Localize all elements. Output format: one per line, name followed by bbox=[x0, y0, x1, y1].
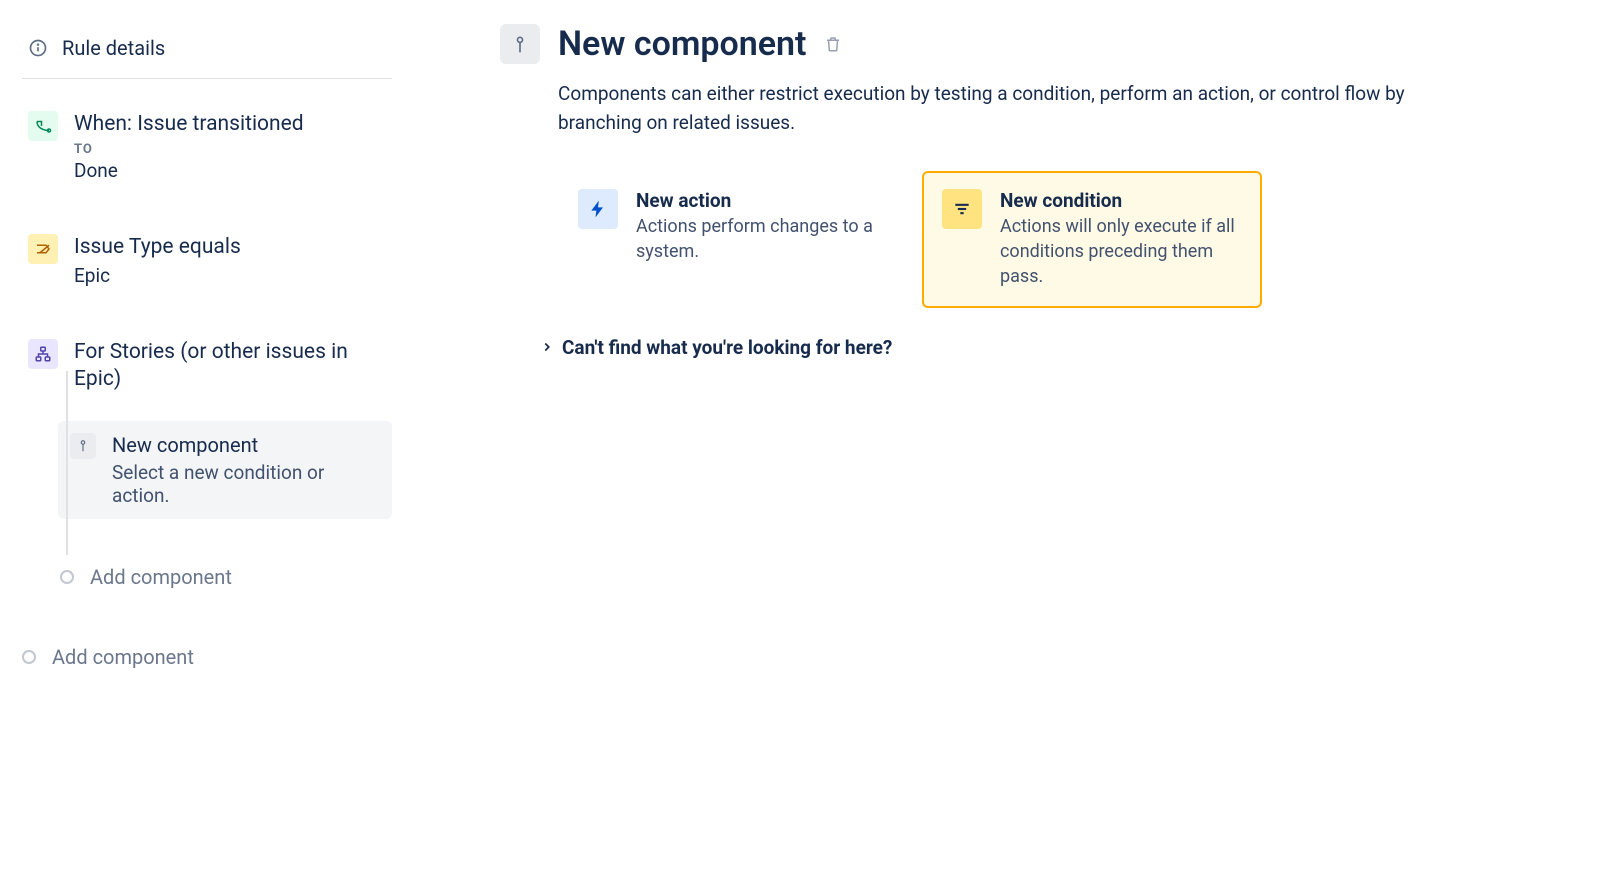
step-branch[interactable]: For Stories (or other issues in Epic) bbox=[22, 331, 392, 402]
main-panel: New component Components can either rest… bbox=[400, 0, 1600, 893]
header-component-icon bbox=[500, 24, 540, 64]
trigger-icon bbox=[28, 111, 58, 141]
chevron-right-icon bbox=[540, 340, 554, 354]
option-action-desc: Actions perform changes to a system. bbox=[636, 214, 878, 264]
option-new-condition[interactable]: New condition Actions will only execute … bbox=[922, 171, 1262, 308]
page-title: New component bbox=[558, 24, 806, 64]
option-condition-desc: Actions will only execute if all conditi… bbox=[1000, 214, 1242, 290]
option-action-title: New action bbox=[636, 189, 878, 212]
branch-title: For Stories (or other issues in Epic) bbox=[74, 339, 386, 394]
new-component-icon bbox=[70, 433, 96, 459]
add-circle-icon bbox=[60, 570, 74, 584]
rule-steps: When: Issue transitioned TO Done Issue T… bbox=[22, 103, 392, 675]
rule-details-label: Rule details bbox=[62, 36, 165, 60]
filter-icon bbox=[942, 189, 982, 229]
add-label-inner: Add component bbox=[90, 565, 232, 589]
step-condition[interactable]: Issue Type equals Epic bbox=[22, 226, 392, 294]
rule-details-button[interactable]: Rule details bbox=[22, 30, 392, 79]
new-component-title: New component bbox=[112, 433, 380, 457]
condition-value: Epic bbox=[74, 264, 386, 287]
new-component-sub: Select a new condition or action. bbox=[112, 461, 380, 507]
add-component-outer[interactable]: Add component bbox=[20, 639, 392, 675]
step-trigger[interactable]: When: Issue transitioned TO Done bbox=[22, 103, 392, 190]
info-icon bbox=[28, 38, 48, 58]
option-condition-title: New condition bbox=[1000, 189, 1242, 212]
help-label: Can't find what you're looking for here? bbox=[562, 336, 892, 359]
add-label-outer: Add component bbox=[52, 645, 194, 669]
trigger-title: When: Issue transitioned bbox=[74, 111, 386, 138]
condition-title: Issue Type equals bbox=[74, 234, 386, 261]
delete-button[interactable] bbox=[824, 35, 842, 53]
condition-icon bbox=[28, 234, 58, 264]
branch-icon bbox=[28, 339, 58, 369]
step-new-component[interactable]: New component Select a new condition or … bbox=[58, 421, 392, 519]
branch-line bbox=[66, 371, 68, 555]
bolt-icon bbox=[578, 189, 618, 229]
page-description: Components can either restrict execution… bbox=[558, 80, 1438, 137]
trigger-to-value: Done bbox=[74, 159, 386, 182]
component-options: New action Actions perform changes to a … bbox=[558, 171, 1560, 308]
add-component-inner[interactable]: Add component bbox=[58, 559, 392, 595]
branch-children: New component Select a new condition or … bbox=[58, 401, 392, 595]
page-header: New component bbox=[500, 24, 1560, 64]
rule-sidebar: Rule details When: Issue transitioned TO… bbox=[0, 0, 400, 893]
add-circle-icon bbox=[22, 650, 36, 664]
help-expand[interactable]: Can't find what you're looking for here? bbox=[540, 336, 1560, 359]
option-new-action[interactable]: New action Actions perform changes to a … bbox=[558, 171, 898, 308]
trigger-to-label: TO bbox=[74, 142, 386, 157]
